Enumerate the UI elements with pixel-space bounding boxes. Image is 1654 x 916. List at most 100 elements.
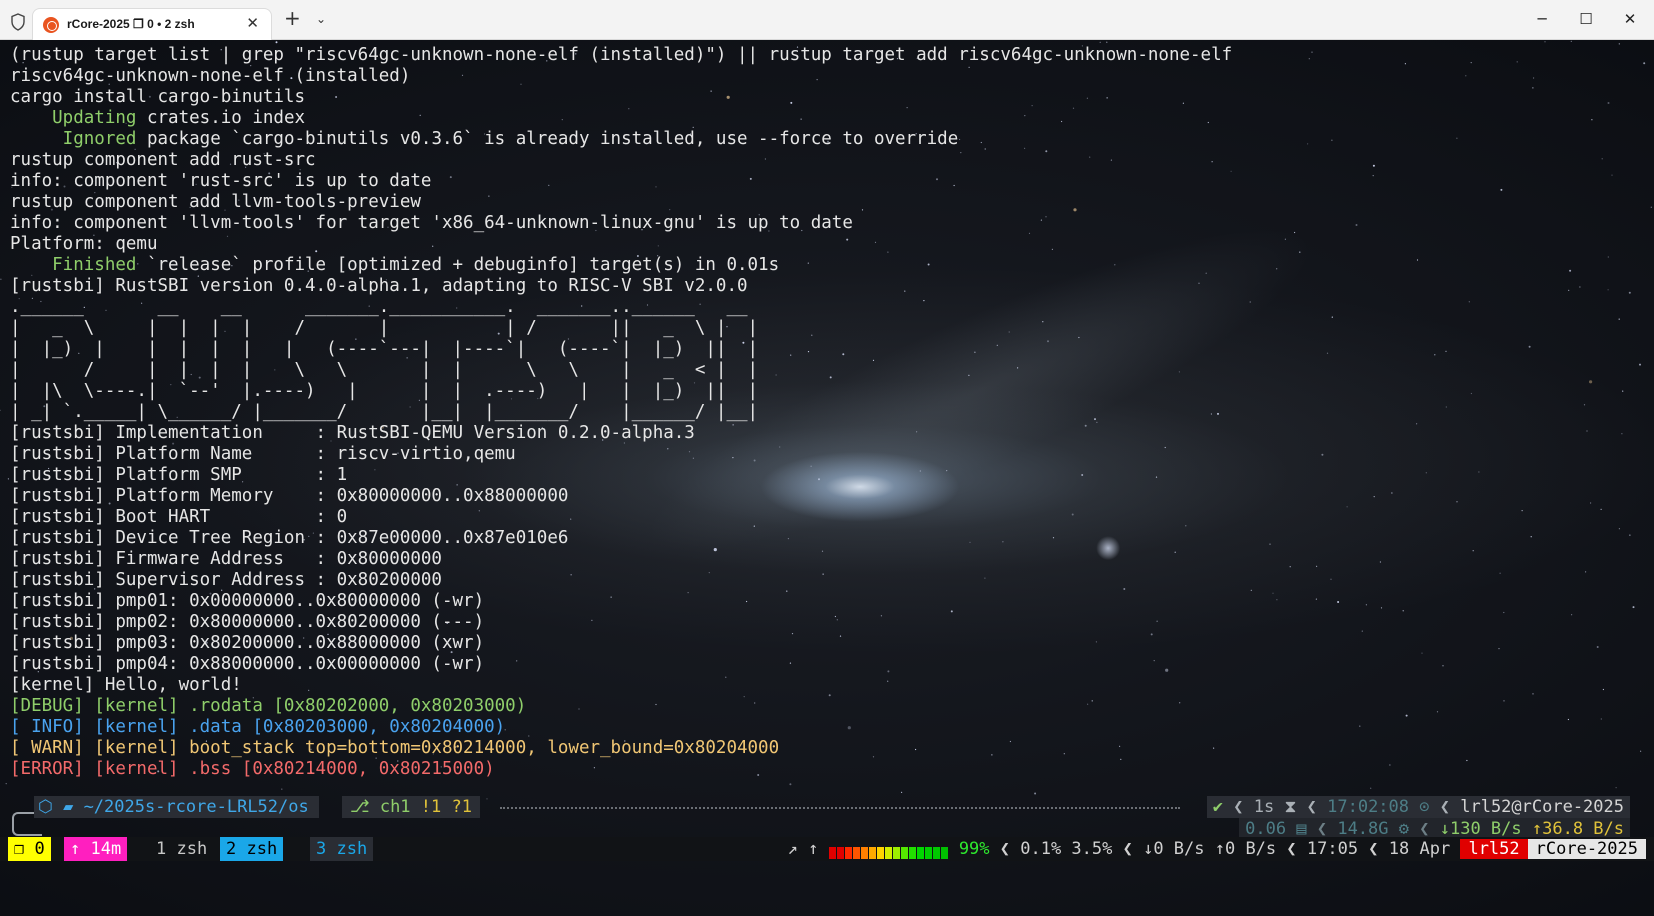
star xyxy=(281,788,283,790)
star xyxy=(1583,404,1586,406)
star xyxy=(1372,175,1374,177)
star xyxy=(1373,496,1375,498)
terminal-line: [rustsbi] Supervisor Address : 0x8020000… xyxy=(10,570,442,590)
star xyxy=(789,783,792,786)
star xyxy=(1359,725,1361,727)
star xyxy=(1326,352,1329,354)
star xyxy=(1294,231,1296,234)
prompt-git-segment: ⎇ ch1 !1 ?1 xyxy=(342,796,480,818)
star xyxy=(1250,589,1252,591)
star xyxy=(1330,578,1332,580)
star xyxy=(1308,58,1310,60)
tmux-status-bar: ❐ 0 ↑ 14m 1 zsh 2 zsh 3 zsh ↗ ↑ 99% ❮ 0.… xyxy=(0,837,1654,861)
star xyxy=(1276,599,1278,601)
star xyxy=(1272,592,1274,594)
star xyxy=(1532,693,1534,695)
star xyxy=(1316,565,1318,567)
star xyxy=(1570,40,1572,42)
terminal-line: | |_) | | | | | | (----`---| |----`| (--… xyxy=(10,339,759,359)
star xyxy=(1402,610,1404,612)
star xyxy=(1337,601,1340,603)
tmux-window-3[interactable]: 3 zsh xyxy=(310,837,374,861)
maximize-button[interactable]: ☐ xyxy=(1576,10,1596,28)
line-text: `release` profile [optimized + debuginfo… xyxy=(136,255,780,275)
star xyxy=(1405,714,1408,717)
star xyxy=(1618,43,1620,45)
star xyxy=(1365,604,1367,606)
star xyxy=(1355,224,1358,226)
terminal-line: [rustsbi] Device Tree Region : 0x87e0000… xyxy=(10,528,569,548)
star xyxy=(1650,206,1652,208)
terminal-line: (rustup target list | grep "riscv64gc-un… xyxy=(10,45,1233,65)
terminal-line: Ignored package `cargo-binutils v0.3.6` … xyxy=(10,129,1232,150)
terminal-line: [kernel] Hello, world! xyxy=(10,675,242,695)
star xyxy=(1389,764,1391,766)
tab-rcore[interactable]: rCore-2025 ❐ 0 • 2 zsh ✕ xyxy=(32,8,272,40)
star xyxy=(1521,510,1523,512)
terminal-line: [rustsbi] pmp04: 0x88000000..0x00000000 … xyxy=(10,654,485,674)
star xyxy=(1416,423,1418,425)
net-upload: ↑36.8 B/s xyxy=(1531,819,1624,839)
star xyxy=(1600,718,1602,720)
prompt-user-host: lrl52@rCore-2025 xyxy=(1460,797,1624,817)
cargo-status-label: Updating xyxy=(10,108,137,128)
terminal-line: [rustsbi] Boot HART : 0 xyxy=(10,507,348,527)
hourglass-icon: ⧗ xyxy=(1284,797,1297,817)
star xyxy=(1380,607,1383,609)
star xyxy=(1106,41,1108,43)
cpu-usage: 0.1% 3.5% xyxy=(1020,839,1113,859)
terminal-line: [rustsbi] pmp02: 0x80000000..0x80200000 … xyxy=(10,612,485,632)
terminal-line: [ WARN] [kernel] boot_stack top=bottom=0… xyxy=(10,738,780,758)
close-tab-icon[interactable]: ✕ xyxy=(246,14,259,32)
cargo-status-label: Finished xyxy=(10,255,137,275)
terminal-line: [ INFO] [kernel] .data [0x80203000, 0x80… xyxy=(10,717,506,737)
close-window-button[interactable]: ✕ xyxy=(1620,10,1640,28)
tmux-window-2[interactable]: 2 zsh xyxy=(220,837,284,861)
prompt-right-line1: ✔ ❮ 1s ⧗ ❮ 17:02:08 ⊙ ❮ lrl52@rCore-2025 xyxy=(1206,796,1630,818)
star xyxy=(901,791,903,794)
line-text: package `cargo-binutils v0.3.6` is alrea… xyxy=(136,129,959,149)
status-ok: ✔ xyxy=(1212,797,1224,817)
terminal-line: | / | | | | \ \ | | \ \ | _ < | | xyxy=(10,360,759,380)
star xyxy=(486,798,488,800)
star xyxy=(1445,350,1447,352)
star xyxy=(1516,61,1518,63)
tmux-user: lrl52 xyxy=(1460,839,1528,859)
star xyxy=(1468,301,1470,303)
tab-dropdown-button[interactable]: ⌄ xyxy=(316,12,326,26)
star xyxy=(1544,41,1546,43)
tmux-uptime: ↑ 14m xyxy=(64,837,128,861)
star xyxy=(1585,571,1587,573)
net-download: ↓130 B/s xyxy=(1439,819,1522,839)
tmux-session[interactable]: ❐ 0 xyxy=(8,837,51,861)
terminal-output: (rustup target list | grep "riscv64gc-un… xyxy=(10,45,1232,780)
star xyxy=(1099,41,1101,43)
terminal-line: cargo install cargo-binutils xyxy=(10,87,306,107)
star xyxy=(1442,665,1444,667)
cargo-status-label: Ignored xyxy=(10,129,137,149)
terminal-line: | _ \ | | | | / | | / || _ \ | | xyxy=(10,318,759,338)
star xyxy=(275,41,278,44)
shield-icon[interactable] xyxy=(10,13,26,31)
git-branch: ch1 xyxy=(379,797,411,817)
new-tab-button[interactable]: + xyxy=(284,8,301,28)
star xyxy=(1568,289,1570,291)
star xyxy=(1425,472,1427,474)
tmux-window-1[interactable]: 1 zsh xyxy=(150,837,213,861)
star xyxy=(1499,572,1501,574)
star xyxy=(1249,301,1251,303)
star xyxy=(1591,119,1593,121)
star xyxy=(1503,700,1505,702)
minimize-button[interactable]: ─ xyxy=(1532,10,1552,28)
star xyxy=(1421,652,1423,654)
star xyxy=(1621,433,1623,435)
star xyxy=(1622,390,1624,392)
star xyxy=(1466,759,1468,762)
prompt-filler xyxy=(500,807,1180,809)
star xyxy=(1498,648,1500,650)
command-duration: 1s xyxy=(1253,797,1275,817)
terminal-line: | _| `._____| \______/ |_______/ |__| |_… xyxy=(10,402,759,422)
terminal-pane[interactable]: (rustup target list | grep "riscv64gc-un… xyxy=(0,40,1654,916)
star xyxy=(1600,508,1602,510)
star xyxy=(1601,158,1603,160)
